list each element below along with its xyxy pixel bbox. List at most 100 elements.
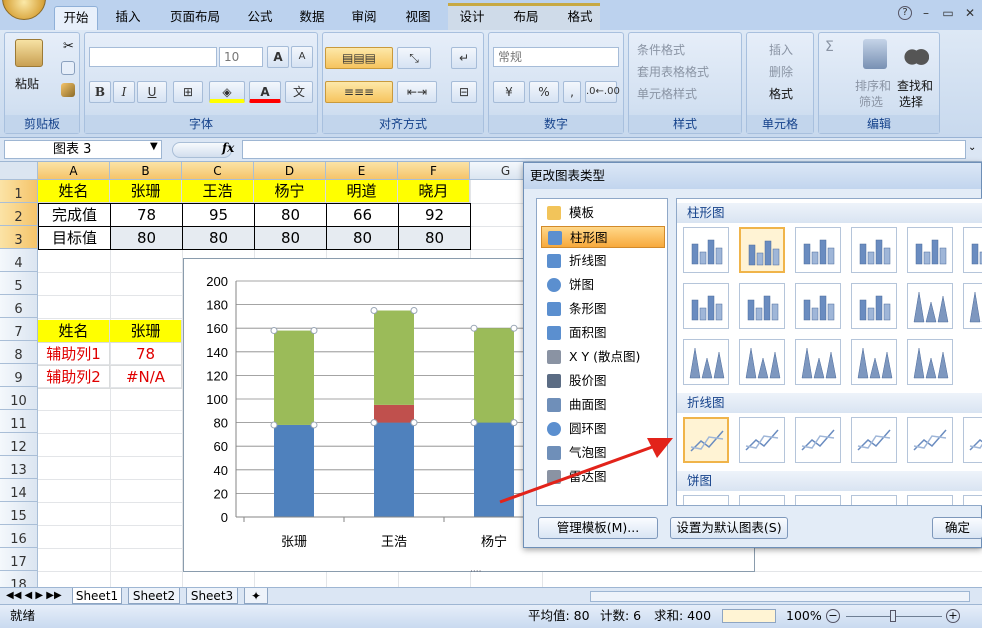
tab-page-layout[interactable]: 页面布局 [160, 6, 230, 30]
cell-A9[interactable]: 辅助列2 [38, 366, 110, 389]
sort-filter-icon[interactable] [863, 39, 887, 69]
format-painter-icon[interactable] [61, 83, 75, 97]
close-icon[interactable]: ✕ [962, 6, 978, 22]
cone-subtype-thumb[interactable] [907, 339, 953, 385]
tab-formulas[interactable]: 公式 [238, 6, 282, 30]
chart-type-item[interactable]: 折线图 [541, 250, 665, 272]
cell-A2[interactable]: 完成值 [38, 203, 111, 227]
selection-handle[interactable] [410, 307, 418, 314]
sort-filter-button[interactable]: 排序和 [855, 77, 891, 94]
currency-icon[interactable]: ¥ [493, 81, 525, 103]
row-header[interactable]: 17 [0, 548, 38, 571]
find-select-button[interactable]: 查找和 [897, 77, 933, 94]
chart-type-item[interactable]: 饼图 [541, 274, 665, 296]
resize-handle[interactable]: ···· [470, 567, 481, 577]
column-header[interactable]: A [38, 162, 110, 180]
binoculars-icon[interactable] [903, 39, 929, 69]
wrap-text-icon[interactable]: ↵ [451, 47, 477, 69]
pie-subtype-thumb[interactable] [795, 495, 841, 505]
cell-F2[interactable]: 92 [398, 203, 471, 227]
selection-handle[interactable] [470, 419, 478, 427]
cell-B2[interactable]: 78 [110, 203, 183, 227]
paste-label[interactable]: 粘贴 [15, 75, 39, 92]
cell-B1[interactable]: 张珊 [110, 180, 182, 203]
paste-icon[interactable] [15, 39, 43, 67]
line-subtype-thumb[interactable] [683, 417, 729, 463]
selection-handle[interactable] [410, 419, 418, 427]
line-subtype-thumb[interactable] [963, 417, 982, 463]
conditional-format-button[interactable]: 条件格式 [637, 41, 685, 58]
cell-F1[interactable]: 晓月 [398, 180, 470, 203]
cell-A1[interactable]: 姓名 [38, 180, 110, 203]
fx-icon[interactable]: fx [222, 141, 234, 155]
italic-button[interactable]: I [113, 81, 135, 103]
ok-button[interactable]: 确定 [932, 517, 982, 539]
tab-data[interactable]: 数据 [290, 6, 334, 30]
row-header[interactable]: 14 [0, 479, 38, 502]
center-align-icon[interactable]: ≡≡≡ [325, 81, 393, 103]
column-header[interactable]: D [254, 162, 326, 180]
chart-type-item[interactable]: 曲面图 [541, 394, 665, 416]
expand-formula-icon[interactable]: ⌄ [968, 142, 976, 153]
select-all-corner[interactable] [0, 162, 38, 180]
fill-color-icon[interactable]: ◈ [209, 81, 245, 103]
selection-handle[interactable] [470, 324, 478, 332]
tab-home[interactable]: 开始 [54, 6, 98, 30]
cone-subtype-thumb[interactable] [851, 339, 897, 385]
horizontal-scrollbar[interactable] [590, 591, 970, 602]
row-header[interactable]: 1 [0, 180, 38, 203]
column-subtype-thumb[interactable] [739, 227, 785, 273]
sheet-tab-1[interactable]: Sheet1 [72, 588, 122, 604]
sheet-tab-3[interactable]: Sheet3 [186, 588, 238, 604]
manage-templates-button[interactable]: 管理模板(M)... [538, 517, 658, 539]
row-header[interactable]: 11 [0, 410, 38, 433]
borders-icon[interactable]: ⊞ [173, 81, 203, 103]
resize-handle[interactable]: ···· [470, 252, 481, 262]
name-box[interactable]: 图表 3 [4, 140, 162, 159]
set-default-button[interactable]: 设置为默认图表(S) [670, 517, 788, 539]
find-select-button-line2[interactable]: 选择 [899, 93, 923, 110]
indent-icon[interactable]: ⇤⇥ [397, 81, 437, 103]
sort-filter-button-line2[interactable]: 筛选 [859, 93, 883, 110]
help-icon[interactable]: ? [898, 6, 912, 20]
cell-F3[interactable]: 80 [398, 226, 471, 250]
bar-segment[interactable] [274, 330, 314, 425]
row-header[interactable]: 16 [0, 525, 38, 548]
cell-D3[interactable]: 80 [254, 226, 327, 250]
cell-E1[interactable]: 明道 [326, 180, 398, 203]
selection-handle[interactable] [370, 419, 378, 427]
column-subtype-thumb[interactable] [851, 227, 897, 273]
percent-button[interactable]: % [529, 81, 559, 103]
chart-type-item[interactable]: 模板 [541, 202, 665, 224]
grow-font-button[interactable]: A [267, 46, 289, 68]
column-subtype-thumb[interactable] [795, 283, 841, 329]
merge-center-icon[interactable]: ⊟ [451, 81, 477, 103]
row-header[interactable]: 12 [0, 433, 38, 456]
shrink-font-button[interactable]: A [291, 46, 313, 68]
column-subtype-thumb[interactable] [683, 227, 729, 273]
bar-segment[interactable] [374, 310, 414, 405]
tab-review[interactable]: 审阅 [342, 6, 386, 30]
number-format-select[interactable]: 常规 [493, 47, 619, 67]
cell-D1[interactable]: 杨宁 [254, 180, 326, 203]
pie-subtype-thumb[interactable] [739, 495, 785, 505]
zoom-in-icon[interactable]: + [946, 609, 960, 623]
tab-insert[interactable]: 插入 [104, 6, 152, 30]
column-header[interactable]: F [398, 162, 470, 180]
cell-C1[interactable]: 王浩 [182, 180, 254, 203]
column-subtype-thumb[interactable] [739, 283, 785, 329]
chevron-down-icon[interactable]: ▼ [150, 141, 158, 152]
pie-subtype-thumb[interactable] [851, 495, 897, 505]
line-subtype-thumb[interactable] [795, 417, 841, 463]
column-header[interactable]: E [326, 162, 398, 180]
selection-handle[interactable] [510, 324, 518, 332]
cell-D2[interactable]: 80 [254, 203, 327, 227]
delete-cells-button[interactable]: 删除 [769, 63, 793, 80]
cell-A3[interactable]: 目标值 [38, 226, 111, 250]
row-header[interactable]: 7 [0, 318, 38, 341]
zoom-slider-thumb[interactable] [890, 610, 896, 622]
pie-subtype-thumb[interactable] [907, 495, 953, 505]
cone-subtype-thumb[interactable] [907, 283, 953, 329]
row-header[interactable]: 2 [0, 203, 38, 226]
underline-button[interactable]: U [137, 81, 167, 103]
